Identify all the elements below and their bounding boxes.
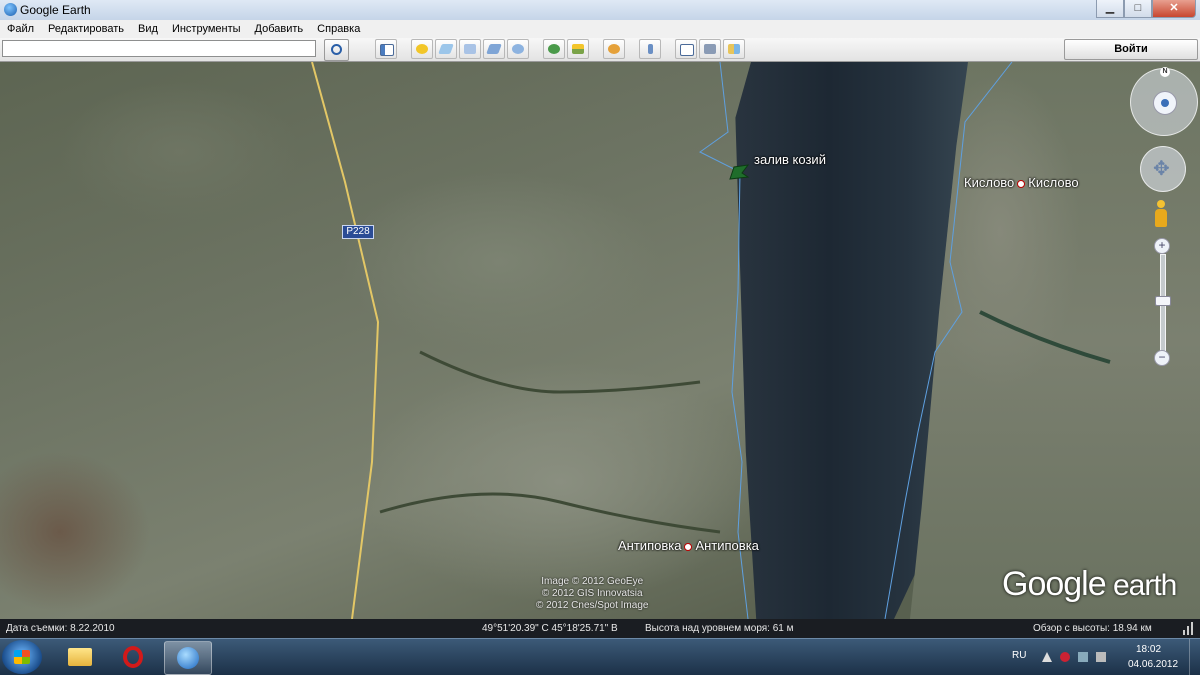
- place-name: Кислово: [1028, 175, 1079, 190]
- imagery-date: Дата съемки: 8.22.2010: [6, 623, 115, 634]
- map-view[interactable]: залив козий Кислово Кислово Антиповка Анти…: [0, 62, 1200, 619]
- security-icon[interactable]: [1060, 652, 1070, 662]
- place-dot-icon: [1017, 179, 1026, 188]
- credit-line: Image © 2012 GeoEye: [541, 576, 644, 587]
- minimize-button[interactable]: ▁: [1096, 0, 1124, 18]
- print-button[interactable]: [699, 39, 721, 59]
- volume-icon[interactable]: [1096, 652, 1106, 662]
- system-tray: RU 18:02 04.06.2012: [1000, 639, 1200, 675]
- credit-line: © 2012 Cnes/Spot Image: [536, 600, 649, 611]
- place-dot-icon: [684, 542, 693, 551]
- network-icon[interactable]: [1078, 652, 1088, 662]
- menu-bar: Файл Редактировать Вид Инструменты Добав…: [0, 20, 1200, 38]
- menu-view[interactable]: Вид: [131, 20, 165, 38]
- menu-edit[interactable]: Редактировать: [41, 20, 131, 38]
- zoom-out-button[interactable]: −: [1154, 350, 1170, 366]
- clock-date[interactable]: 04.06.2012: [1128, 659, 1178, 670]
- google-earth-icon: [177, 647, 199, 669]
- switch-to-sky-button[interactable]: [603, 39, 625, 59]
- elevation-readout: Высота над уровнем моря: 61 м: [645, 623, 794, 634]
- clock-time[interactable]: 18:02: [1136, 644, 1161, 655]
- eye-icon[interactable]: [1153, 91, 1177, 115]
- menu-add[interactable]: Добавить: [248, 20, 311, 38]
- view-in-maps-button[interactable]: [723, 39, 745, 59]
- place-name: Антиповка: [695, 538, 759, 553]
- place-name: Антиповка: [618, 538, 682, 553]
- taskbar-google-earth[interactable]: [164, 641, 212, 675]
- opera-icon: [123, 646, 143, 668]
- sunlight-button[interactable]: [567, 39, 589, 59]
- imagery-credits: Image © 2012 GeoEye © 2012 GIS Innovatsi…: [536, 576, 648, 612]
- ruler-button[interactable]: [639, 39, 661, 59]
- pan-control[interactable]: [1140, 146, 1186, 192]
- north-indicator[interactable]: N: [1160, 67, 1170, 77]
- land-west-bank: [0, 62, 760, 619]
- road-shield: Р228: [342, 225, 374, 239]
- coordinates-readout: 49°51'20.39" С 45°18'25.71" В: [482, 623, 618, 634]
- taskbar-explorer[interactable]: [56, 641, 102, 673]
- window-title: Google Earth: [20, 3, 91, 17]
- taskbar: RU 18:02 04.06.2012: [0, 638, 1200, 675]
- show-hidden-icons-icon[interactable]: [1042, 652, 1052, 662]
- google-earth-logo: Google earth: [1002, 565, 1177, 603]
- record-tour-button[interactable]: [507, 39, 529, 59]
- google-earth-icon: [4, 3, 17, 16]
- add-placemark-button[interactable]: [411, 39, 433, 59]
- email-button[interactable]: [675, 39, 697, 59]
- sign-in-button[interactable]: Войти: [1064, 39, 1198, 60]
- placemark-flag-icon[interactable]: [728, 163, 750, 181]
- status-bar: Дата съемки: 8.22.2010 49°51'20.39" С 45…: [0, 619, 1200, 638]
- window-controls: ▁ □ ✕: [1096, 0, 1196, 18]
- toolbar: Войти: [0, 38, 1200, 62]
- show-desktop-button[interactable]: [1189, 639, 1200, 675]
- placemark-label[interactable]: залив козий: [754, 152, 826, 167]
- sidebar-toggle-button[interactable]: [375, 39, 397, 59]
- zoom-slider[interactable]: + −: [1154, 238, 1171, 366]
- zoom-in-button[interactable]: +: [1154, 238, 1170, 254]
- place-label-kislovo[interactable]: Кислово Кислово: [964, 175, 1079, 190]
- close-button[interactable]: ✕: [1152, 0, 1196, 18]
- add-polygon-button[interactable]: [435, 39, 457, 59]
- maximize-button[interactable]: □: [1124, 0, 1152, 18]
- language-indicator[interactable]: RU: [1012, 650, 1026, 661]
- taskbar-opera[interactable]: [110, 641, 156, 673]
- start-button[interactable]: [2, 640, 42, 674]
- place-label-antipovka[interactable]: Антиповка Антиповка: [618, 538, 759, 553]
- streaming-indicator-icon: [1182, 620, 1194, 635]
- look-control[interactable]: N: [1130, 67, 1198, 136]
- add-overlay-button[interactable]: [483, 39, 505, 59]
- zoom-knob[interactable]: [1155, 296, 1171, 306]
- search-button[interactable]: [324, 39, 349, 61]
- folder-icon: [68, 648, 92, 666]
- menu-tools[interactable]: Инструменты: [165, 20, 248, 38]
- add-path-button[interactable]: [459, 39, 481, 59]
- menu-file[interactable]: Файл: [0, 20, 41, 38]
- title-bar: Google Earth ▁ □ ✕: [0, 0, 1200, 21]
- historical-imagery-button[interactable]: [543, 39, 565, 59]
- street-view-pegman-icon[interactable]: [1155, 200, 1167, 230]
- search-input[interactable]: [2, 40, 316, 57]
- eye-altitude-readout: Обзор с высоты: 18.94 км: [1033, 623, 1152, 634]
- place-name: Кислово: [964, 175, 1015, 190]
- menu-help[interactable]: Справка: [310, 20, 367, 38]
- credit-line: © 2012 GIS Innovatsia: [541, 588, 643, 599]
